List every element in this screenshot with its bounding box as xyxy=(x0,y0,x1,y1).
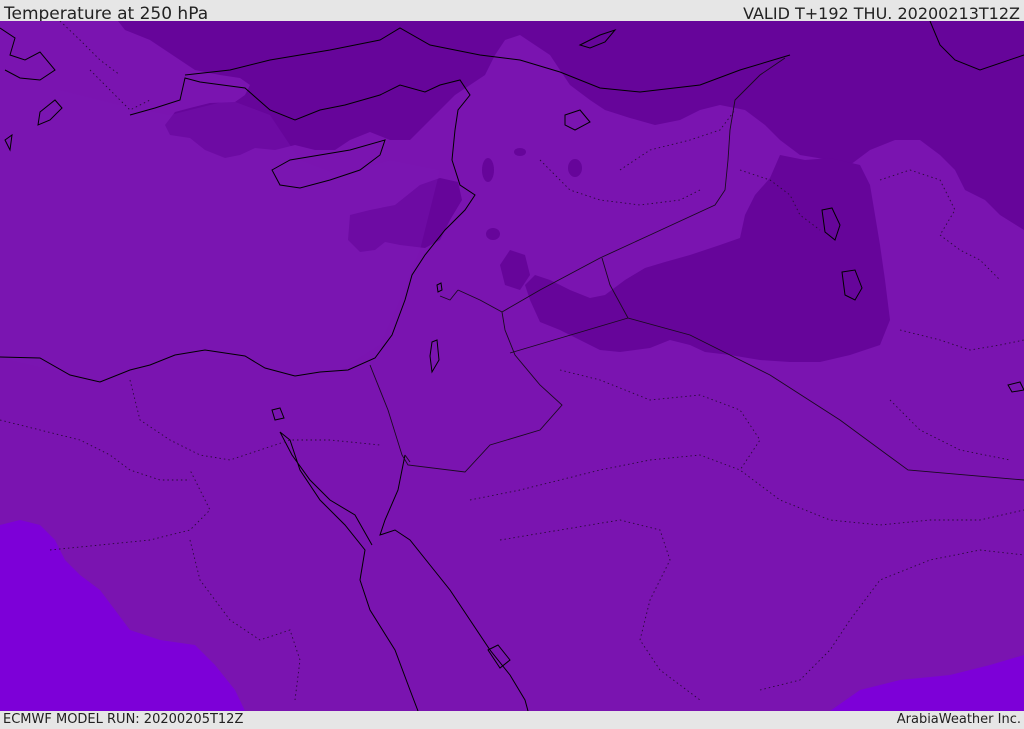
credit: ArabiaWeather Inc. xyxy=(896,712,1021,727)
temperature-patch xyxy=(486,228,500,240)
temperature-map[interactable] xyxy=(0,21,1024,711)
temperature-patch xyxy=(568,159,582,177)
footer-bar: ECMWF MODEL RUN: 20200205T12Z ArabiaWeat… xyxy=(0,711,1024,729)
temperature-patch xyxy=(482,158,494,182)
header-bar: Temperature at 250 hPa VALID T+192 THU. … xyxy=(0,0,1024,24)
model-run: ECMWF MODEL RUN: 20200205T12Z xyxy=(3,712,244,727)
temperature-patch xyxy=(514,148,526,156)
